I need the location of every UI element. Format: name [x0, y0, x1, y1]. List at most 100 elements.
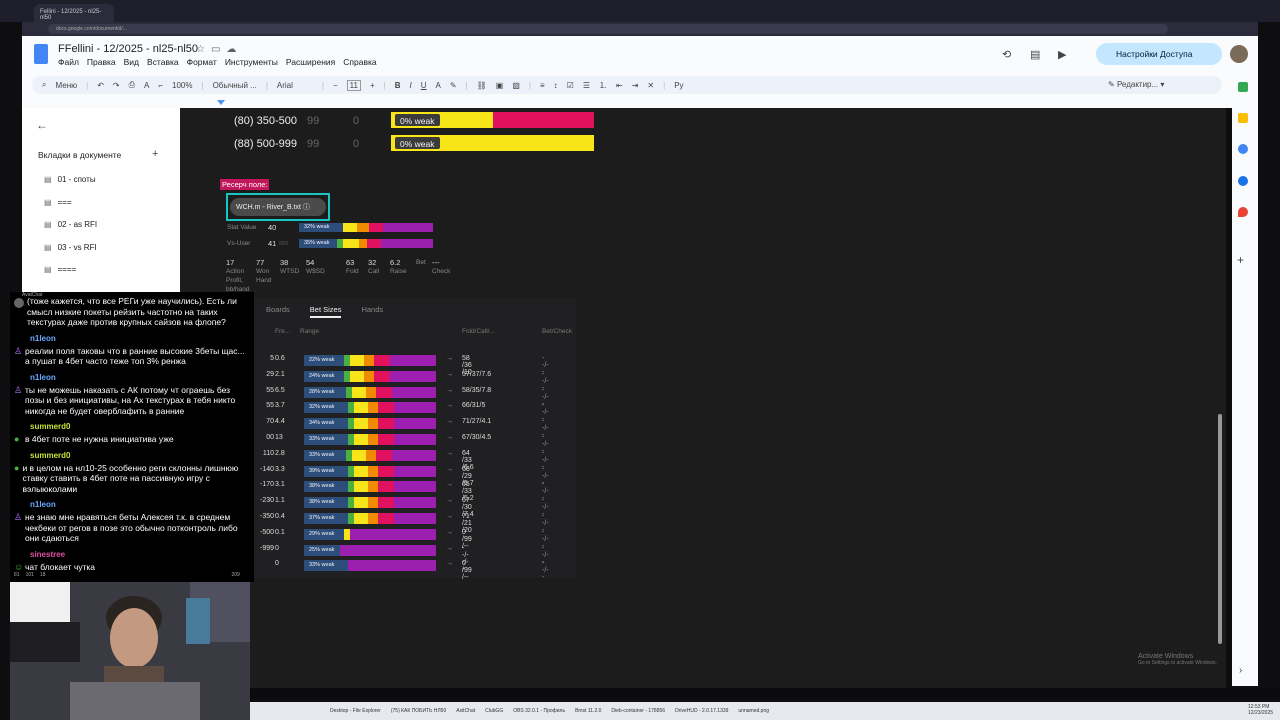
taskbar-item[interactable]: Desktop - File Explorer: [330, 708, 381, 714]
sidebar-item-vs-rfi[interactable]: ▤ 03 - vs RFI: [44, 243, 97, 252]
menu-view[interactable]: Вид: [124, 57, 139, 67]
tasks-icon[interactable]: [1238, 144, 1248, 154]
arrow-icon: →: [446, 355, 453, 362]
zoom-select[interactable]: 100%: [172, 81, 192, 90]
bullets-icon[interactable]: ☰: [583, 81, 590, 90]
expand-panel-icon[interactable]: ›: [1239, 665, 1242, 676]
style-select[interactable]: Обычный ...: [213, 81, 257, 90]
paint-format-icon[interactable]: ⌐: [158, 81, 163, 90]
print-icon[interactable]: ⎙: [129, 80, 135, 90]
checklist-icon[interactable]: ☑: [567, 81, 574, 90]
avatar[interactable]: [1230, 45, 1248, 63]
url-field[interactable]: docs.google.com/document/d/...: [48, 24, 1168, 34]
vs-user-value: 41: [268, 239, 277, 248]
star-folder-cloud-icons[interactable]: ☆▭☁: [196, 44, 242, 55]
meet-icon[interactable]: ▶: [1058, 48, 1066, 61]
sidebar-item-separator-2[interactable]: ▤ ====: [44, 265, 76, 274]
sidebar-item-spots[interactable]: ▤ 01 - споты: [44, 175, 96, 184]
share-button[interactable]: Настройки Доступа: [1096, 43, 1222, 65]
arrow-icon: →: [446, 449, 453, 457]
spellcheck-icon[interactable]: A: [144, 81, 149, 90]
editing-mode-select[interactable]: ✎ Редактир... ▾: [1108, 80, 1164, 89]
document-title[interactable]: FFellini - 12/2025 - nl25-nl50: [58, 43, 198, 55]
taskbar-item[interactable]: (75) КАК ПОБИТЬ НЛ50: [391, 708, 446, 714]
user-icon: ♙: [14, 384, 23, 395]
tab-boards[interactable]: Boards: [266, 305, 290, 318]
research-label: Ресерч поле:: [220, 179, 270, 190]
add-addon-icon[interactable]: +: [1237, 253, 1244, 267]
maps-icon[interactable]: [1238, 207, 1248, 217]
system-clock[interactable]: 12:53 PM 12/23/2025: [1248, 704, 1273, 716]
range-row-count: 99: [307, 138, 320, 150]
range-pill: 24% weak: [306, 371, 338, 381]
undo-icon[interactable]: ↶: [97, 81, 104, 90]
align-icon[interactable]: ≡: [540, 81, 545, 90]
taskbar-item[interactable]: AxitChat: [456, 708, 475, 714]
sidebar-item-separator[interactable]: ▤ ===: [44, 198, 72, 207]
docs-logo-icon[interactable]: [34, 44, 48, 64]
font-size-decrease-icon[interactable]: −: [333, 81, 338, 90]
table-tabs: Boards Bet Sizes Hands: [266, 305, 383, 318]
sheets-icon[interactable]: [1238, 82, 1248, 92]
link-icon[interactable]: ⛓: [477, 81, 487, 90]
indent-increase-icon[interactable]: ⇥: [632, 81, 639, 90]
keep-icon[interactable]: [1238, 113, 1248, 123]
tab-hands[interactable]: Hands: [361, 305, 383, 318]
font-select[interactable]: Arial: [277, 81, 313, 90]
browser-tab[interactable]: Fellini - 12/2025 - nl25-nl50: [34, 4, 114, 22]
text-color-icon[interactable]: A: [436, 81, 441, 90]
taskbar-item[interactable]: unnamed.png: [738, 708, 769, 714]
chat-username: n1leon: [30, 372, 56, 382]
document-icon: ▤: [44, 220, 52, 229]
taskbar-item[interactable]: Dieb-container - 178856: [611, 708, 665, 714]
underline-icon[interactable]: U: [421, 81, 427, 90]
taskbar-item[interactable]: OBS 32.0.1 - Профиль: [513, 708, 565, 714]
arrow-icon: →: [446, 513, 453, 520]
menu-search[interactable]: Меню: [55, 81, 77, 90]
range-bar: 22% weak: [304, 355, 436, 366]
menu-edit[interactable]: Правка: [87, 57, 116, 67]
clear-format-icon[interactable]: ✕: [647, 81, 654, 90]
line-spacing-icon[interactable]: ↕: [554, 81, 558, 90]
indent-decrease-icon[interactable]: ⇤: [616, 81, 623, 90]
taskbar-item[interactable]: ClubGG: [485, 708, 503, 714]
font-size-field[interactable]: 11: [346, 79, 361, 91]
stat-value: 40: [268, 223, 277, 232]
total-count: 209: [231, 572, 240, 578]
sidebar-item-as-rfi[interactable]: ▤ 02 - as RFI: [44, 220, 97, 229]
image-icon[interactable]: ▧: [512, 81, 520, 90]
comments-icon[interactable]: ▤: [1030, 48, 1040, 61]
add-tab-icon[interactable]: +: [152, 148, 158, 160]
arrow-icon: →: [446, 370, 453, 378]
input-tools-icon[interactable]: Py: [674, 81, 683, 90]
search-icon[interactable]: ⌕: [42, 80, 46, 90]
menu-tools[interactable]: Инструменты: [225, 57, 278, 67]
menu-insert[interactable]: Вставка: [147, 57, 179, 67]
menu-help[interactable]: Справка: [343, 57, 376, 67]
italic-icon[interactable]: I: [409, 81, 411, 90]
chat-messages: (тоже кажется, что все РЕГи уже научилис…: [14, 294, 250, 572]
size-cell: 29: [266, 370, 274, 378]
ruler-indent-marker[interactable]: [217, 100, 225, 105]
range-pill: 34% weak: [306, 419, 338, 429]
redo-icon[interactable]: ↷: [113, 81, 120, 90]
size-cell: 110: [262, 449, 274, 457]
taskbar-item[interactable]: Bmst 11.2.0: [575, 708, 601, 714]
menu-file[interactable]: Файл: [58, 57, 79, 67]
font-size-increase-icon[interactable]: +: [370, 81, 375, 90]
taskbar-item[interactable]: DriveHUD - 2.0.17.1339: [675, 708, 728, 714]
tab-bet-sizes[interactable]: Bet Sizes: [309, 305, 342, 318]
size-cell: 55: [266, 386, 274, 394]
contacts-icon[interactable]: [1238, 176, 1248, 186]
comment-icon[interactable]: ▣: [496, 81, 504, 90]
back-arrow-icon[interactable]: ←: [36, 118, 48, 132]
windows-taskbar: Desktop - File Explorer (75) КАК ПОБИТЬ …: [250, 702, 1280, 720]
numbered-list-icon[interactable]: ⒈: [599, 80, 607, 91]
menu-format[interactable]: Формат: [187, 57, 217, 67]
file-chip[interactable]: WCH.m - River_B.txt ⓘ: [230, 198, 326, 216]
bold-icon[interactable]: B: [395, 81, 401, 90]
highlight-icon[interactable]: ✎: [450, 81, 457, 90]
scrollbar[interactable]: [1218, 414, 1222, 644]
history-icon[interactable]: ⟲: [1002, 48, 1011, 61]
menu-extensions[interactable]: Расширения: [286, 57, 335, 67]
